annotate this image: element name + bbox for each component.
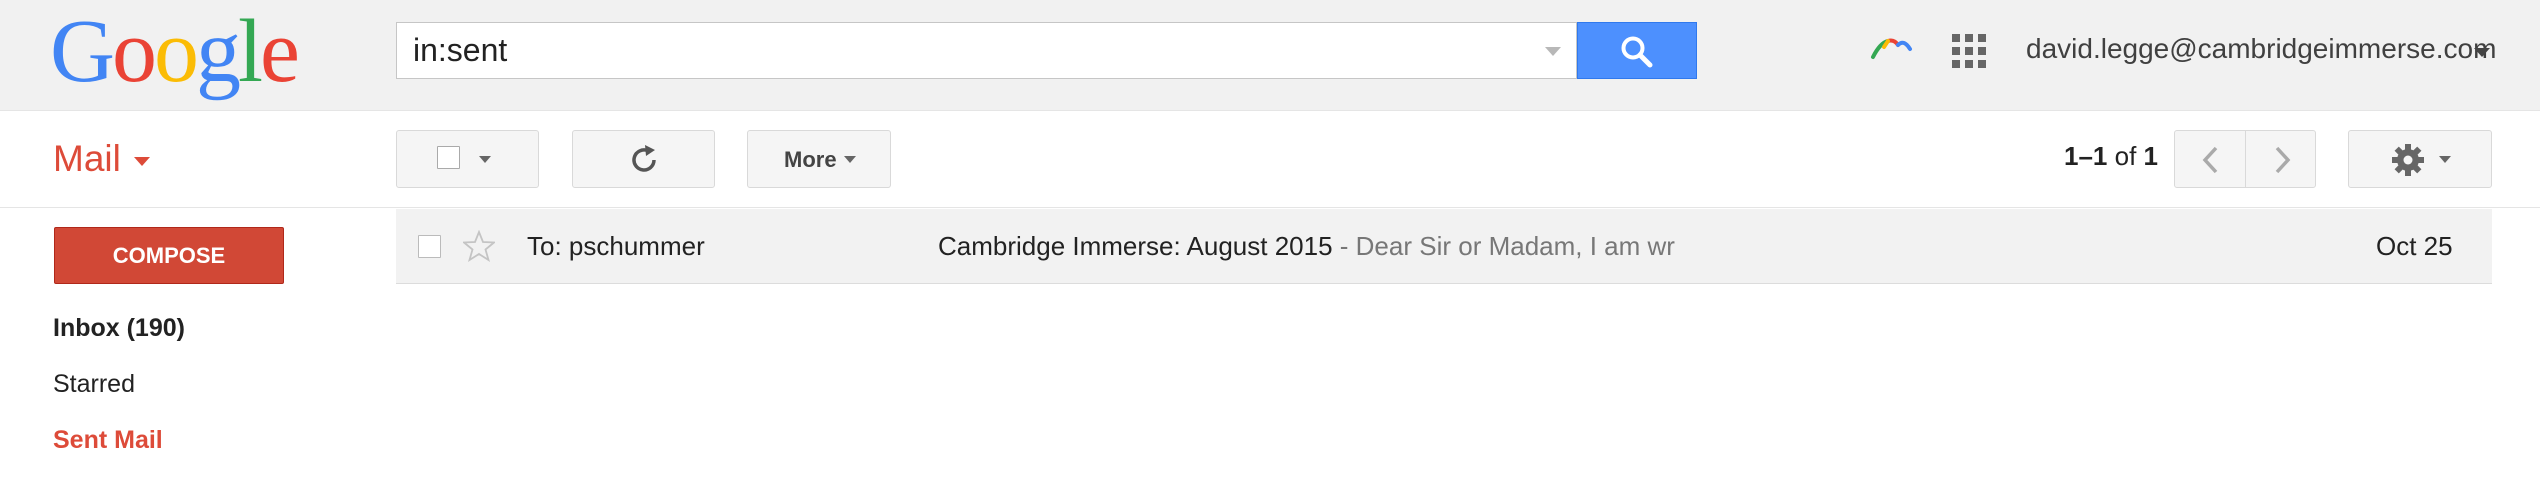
account-chevron-down-icon[interactable] <box>2474 48 2490 57</box>
pagination-total: 1 <box>2143 141 2159 171</box>
search-options-dropdown-icon[interactable] <box>1545 47 1561 56</box>
sidebar-item-inbox[interactable]: Inbox (190) <box>53 314 185 343</box>
sidebar-item-starred[interactable]: Starred <box>53 370 135 399</box>
message-snippet: Dear Sir or Madam, I am writing to infor… <box>1355 231 1676 261</box>
account-email[interactable]: david.legge@cambridgeimmerse.com <box>2026 33 2496 65</box>
star-icon[interactable] <box>463 230 495 262</box>
sidebar-item-sent-mail[interactable]: Sent Mail <box>53 426 163 455</box>
settings-button[interactable] <box>2348 130 2492 188</box>
more-button-label: More <box>784 147 837 172</box>
more-button[interactable]: More <box>747 130 891 188</box>
refresh-icon <box>632 145 656 172</box>
google-plus-logo-icon[interactable] <box>1870 35 1914 61</box>
toolbar-divider <box>0 207 2540 208</box>
google-logo[interactable]: Google <box>50 2 300 102</box>
select-all-checkbox[interactable] <box>437 146 460 169</box>
message-date: Oct 25 <box>2376 231 2453 261</box>
table-row[interactable]: To: pschummer Cambridge Immerse: August … <box>396 209 2492 284</box>
search-icon <box>1621 36 1653 68</box>
search-input[interactable] <box>397 23 1517 78</box>
top-header: Google david.legge@cambridgeimmerse.com <box>0 0 2540 111</box>
chevron-right-icon <box>2275 146 2291 174</box>
apps-grid-icon[interactable] <box>1952 34 1986 68</box>
chevron-left-icon <box>2202 146 2218 174</box>
gear-icon <box>2392 144 2424 176</box>
pagination-of: of <box>2114 141 2137 171</box>
select-all-button[interactable] <box>396 130 539 188</box>
settings-chevron-down-icon <box>2439 156 2451 163</box>
select-chevron-down-icon[interactable] <box>479 156 491 163</box>
pagination-count: 1–1 of 1 <box>2064 141 2158 172</box>
message-subject-snippet: Cambridge Immerse: August 2015 - Dear Si… <box>938 231 1676 262</box>
compose-button[interactable]: COMPOSE <box>54 227 284 284</box>
message-separator: - <box>1332 231 1356 261</box>
message-subject: Cambridge Immerse: August 2015 <box>938 231 1333 261</box>
row-checkbox[interactable] <box>418 235 441 258</box>
search-button[interactable] <box>1577 22 1697 79</box>
mail-menu-label[interactable]: Mail <box>53 138 121 180</box>
newer-button[interactable] <box>2245 130 2316 188</box>
pagination-range: 1–1 <box>2064 141 2108 171</box>
more-chevron-down-icon <box>844 156 856 163</box>
search-box <box>396 22 1577 79</box>
message-recipient: To: pschummer <box>527 231 705 261</box>
mail-chevron-down-icon[interactable] <box>134 157 150 166</box>
refresh-button[interactable] <box>572 130 715 188</box>
older-button[interactable] <box>2174 130 2246 188</box>
